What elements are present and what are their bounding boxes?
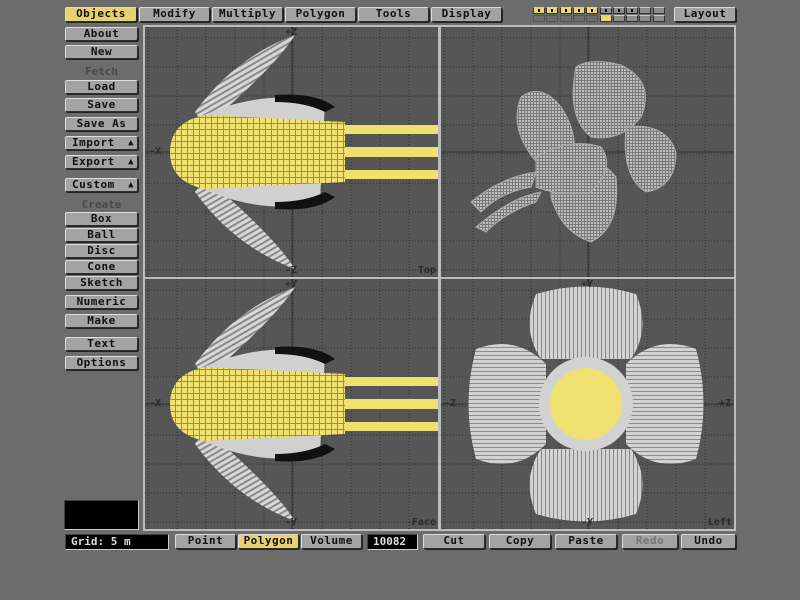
- grid-size-display: Grid: 5 m: [65, 534, 169, 550]
- viewport-name: Top: [417, 265, 436, 276]
- background-layer-5[interactable]: [586, 15, 599, 22]
- viewport-area: +Z -X -Z Top +Y -X -Y Face +Y -Z +Z -Y L…: [143, 25, 736, 531]
- tab-modify[interactable]: Modify: [139, 7, 210, 22]
- wireframe-top: [145, 27, 438, 277]
- box-button[interactable]: Box: [65, 212, 138, 226]
- tab-tools[interactable]: Tools: [358, 7, 429, 22]
- tab-multiply[interactable]: Multiply: [212, 7, 283, 22]
- background-layer-1[interactable]: [533, 15, 545, 22]
- export-label: Export: [72, 155, 115, 168]
- new-button[interactable]: New: [65, 45, 138, 59]
- viewport-face[interactable]: +Y -X -Y Face: [145, 279, 438, 529]
- updown-arrow-icon: ▲︎: [128, 138, 134, 148]
- foreground-layer-10[interactable]: [652, 7, 665, 14]
- layout-button[interactable]: Layout: [674, 7, 736, 22]
- cone-button[interactable]: Cone: [65, 260, 138, 274]
- axis-label-up: +Y: [581, 279, 594, 290]
- viewport-left[interactable]: +Y -Z +Z -Y Left: [441, 279, 734, 529]
- foreground-layer-1[interactable]: [533, 7, 545, 14]
- axis-label-left: -X: [149, 398, 162, 409]
- axis-label-up: +Z: [285, 27, 298, 38]
- create-label: Create: [81, 198, 122, 211]
- foreground-layer-2[interactable]: [546, 7, 559, 14]
- save-as-button[interactable]: Save As: [65, 117, 138, 131]
- updown-arrow-icon: ▲︎: [128, 180, 134, 190]
- wireframe-perspective: [441, 27, 734, 277]
- paste-button[interactable]: Paste: [555, 534, 617, 549]
- foreground-layer-7[interactable]: [612, 7, 625, 14]
- save-button[interactable]: Save: [65, 98, 138, 112]
- axis-label-right: +Z: [718, 398, 731, 409]
- foreground-layer-4[interactable]: [572, 7, 585, 14]
- viewport-perspective[interactable]: [441, 27, 734, 277]
- tab-objects[interactable]: Objects: [65, 7, 137, 22]
- mode-volume-button[interactable]: Volume: [301, 534, 362, 549]
- viewport-name: Face: [411, 517, 436, 528]
- mode-polygon-button[interactable]: Polygon: [238, 534, 299, 549]
- polygon-count: 10082: [367, 534, 418, 550]
- import-label: Import: [72, 136, 115, 149]
- copy-button[interactable]: Copy: [489, 534, 551, 549]
- background-layer-2[interactable]: [546, 15, 559, 22]
- preview-box: [64, 500, 139, 530]
- about-button[interactable]: About: [65, 27, 138, 41]
- wireframe-face: [145, 279, 438, 529]
- foreground-layer-9[interactable]: [639, 7, 652, 14]
- wireframe-left: [441, 279, 734, 529]
- export-button[interactable]: Export ▲︎: [65, 155, 138, 169]
- tab-display[interactable]: Display: [431, 7, 502, 22]
- mode-point-button[interactable]: Point: [175, 534, 236, 549]
- background-layer-3[interactable]: [559, 15, 572, 22]
- viewport-name: Left: [707, 517, 732, 528]
- background-layer-6[interactable]: [599, 15, 612, 22]
- sketch-button[interactable]: Sketch: [65, 276, 138, 290]
- load-button[interactable]: Load: [65, 80, 138, 94]
- axis-label-up: +Y: [285, 279, 298, 290]
- make-button[interactable]: Make: [65, 314, 138, 328]
- custom-button[interactable]: Custom ▲︎: [65, 178, 138, 192]
- background-layer-8[interactable]: [626, 15, 639, 22]
- custom-label: Custom: [72, 178, 115, 191]
- options-button[interactable]: Options: [65, 356, 138, 370]
- redo-button[interactable]: Redo: [622, 534, 678, 549]
- foreground-layer-5[interactable]: [586, 7, 599, 14]
- axis-label-left: -Z: [444, 398, 457, 409]
- axis-label-down: -Y: [285, 517, 298, 528]
- background-layer-4[interactable]: [572, 15, 585, 22]
- updown-arrow-icon: ▲︎: [128, 157, 134, 167]
- disc-button[interactable]: Disc: [65, 244, 138, 258]
- axis-label-down: -Y: [581, 517, 594, 528]
- background-layer-9[interactable]: [639, 15, 652, 22]
- text-button[interactable]: Text: [65, 337, 138, 351]
- tab-polygon[interactable]: Polygon: [285, 7, 356, 22]
- background-layer-7[interactable]: [612, 15, 625, 22]
- foreground-layer-8[interactable]: [626, 7, 639, 14]
- numeric-button[interactable]: Numeric: [65, 295, 138, 309]
- cut-button[interactable]: Cut: [423, 534, 485, 549]
- axis-label-left: -X: [149, 146, 162, 157]
- undo-button[interactable]: Undo: [681, 534, 736, 549]
- axis-label-down: -Z: [285, 265, 298, 276]
- ball-button[interactable]: Ball: [65, 228, 138, 242]
- foreground-layer-6[interactable]: [599, 7, 612, 14]
- foreground-layer-3[interactable]: [559, 7, 572, 14]
- fetch-label: Fetch: [84, 65, 119, 78]
- background-layer-10[interactable]: [652, 15, 665, 22]
- import-button[interactable]: Import ▲︎: [65, 136, 138, 150]
- viewport-top[interactable]: +Z -X -Z Top: [145, 27, 438, 277]
